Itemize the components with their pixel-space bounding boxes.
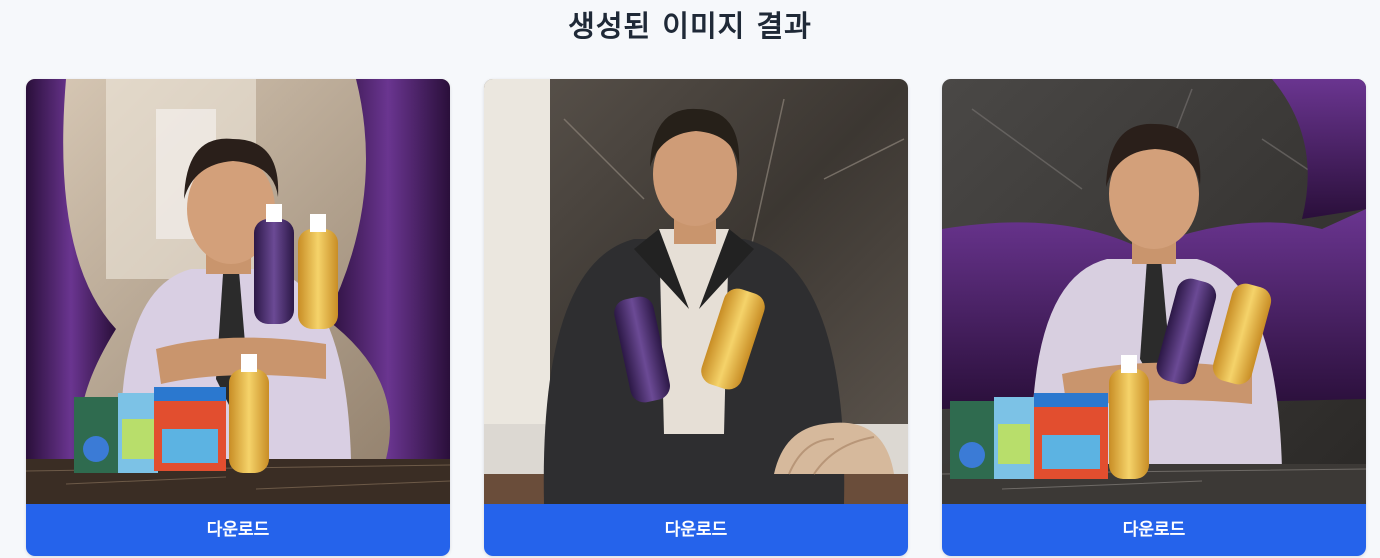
result-card-2: 다운로드	[484, 79, 908, 556]
download-button-3[interactable]: 다운로드	[942, 504, 1366, 556]
result-card-1: 다운로드	[26, 79, 450, 556]
download-button-2[interactable]: 다운로드	[484, 504, 908, 556]
generated-image-1[interactable]	[26, 79, 450, 504]
generated-image-2[interactable]	[484, 79, 908, 504]
generated-image-3[interactable]	[942, 79, 1366, 504]
download-button-1[interactable]: 다운로드	[26, 504, 450, 556]
page-title: 생성된 이미지 결과	[568, 9, 812, 43]
result-card-3: 다운로드	[942, 79, 1366, 556]
